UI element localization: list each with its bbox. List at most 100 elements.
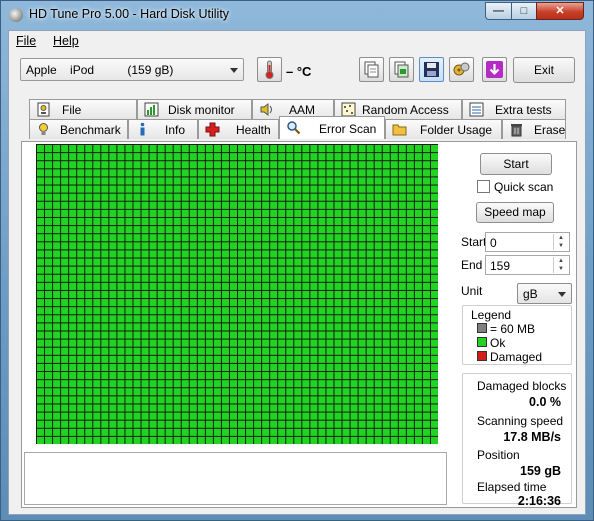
menu-help[interactable]: Help <box>53 34 79 48</box>
scan-block <box>77 380 85 388</box>
download-button[interactable] <box>482 57 507 82</box>
minimize-button[interactable]: — <box>485 2 512 20</box>
spin-down-icon[interactable]: ▼ <box>553 242 568 250</box>
spin-up-icon[interactable]: ▲ <box>553 257 568 265</box>
scan-block <box>117 169 125 177</box>
tab-benchmark[interactable]: Benchmark <box>29 119 128 139</box>
scan-block <box>350 201 358 209</box>
scan-block <box>45 396 53 404</box>
scan-block <box>157 380 165 388</box>
scan-block <box>342 153 350 161</box>
scan-log-box[interactable] <box>24 452 447 505</box>
scan-block <box>246 412 254 420</box>
scan-block <box>77 339 85 347</box>
scan-block <box>406 226 414 234</box>
tab-folder-usage[interactable]: Folder Usage <box>385 119 502 139</box>
scan-block <box>270 299 278 307</box>
scan-block <box>414 436 422 444</box>
scan-block <box>390 315 398 323</box>
scan-block <box>133 428 141 436</box>
scan-block <box>101 161 109 169</box>
scan-block <box>238 153 246 161</box>
lightbulb-icon <box>39 123 48 135</box>
unit-select[interactable]: gB <box>517 283 572 304</box>
copy-screenshot-button[interactable] <box>389 57 414 82</box>
scan-block <box>366 412 374 420</box>
thermometer-icon <box>265 60 274 79</box>
start-spinbox[interactable]: 0 ▲ ▼ <box>485 232 570 252</box>
drive-select[interactable]: Apple iPod (159 gB) <box>20 58 244 81</box>
scan-block <box>69 331 77 339</box>
scan-block <box>390 347 398 355</box>
scan-block <box>125 396 133 404</box>
scan-block <box>398 217 406 226</box>
copy-text-button[interactable] <box>359 57 384 82</box>
tab-extra-tests[interactable]: Extra tests <box>462 99 566 119</box>
quick-scan-checkbox[interactable]: Quick scan <box>477 180 553 194</box>
spin-up-icon[interactable]: ▲ <box>553 234 568 242</box>
scan-block <box>229 363 237 372</box>
close-button[interactable]: ✕ <box>536 2 584 20</box>
scan-block <box>270 404 278 412</box>
scan-block <box>246 315 254 323</box>
exit-button[interactable]: Exit <box>513 57 575 83</box>
scan-block <box>37 258 45 266</box>
scan-block <box>181 404 189 412</box>
spin-down-icon[interactable]: ▼ <box>553 265 568 273</box>
scan-block <box>141 217 149 226</box>
scan-block <box>109 177 117 185</box>
scan-block <box>213 299 221 307</box>
scan-block <box>165 315 173 323</box>
scan-block <box>310 339 318 347</box>
scan-block <box>173 420 181 428</box>
scan-block <box>238 258 246 266</box>
scan-block <box>77 193 85 201</box>
scan-block <box>302 420 310 428</box>
scan-block <box>262 169 270 177</box>
scan-block <box>69 153 77 161</box>
maximize-button[interactable]: □ <box>511 2 537 20</box>
title-bar[interactable]: HD Tune Pro 5.00 - Hard Disk Utility — □… <box>1 1 593 29</box>
scan-block <box>366 193 374 201</box>
scan-block <box>254 299 262 307</box>
options-button[interactable] <box>449 57 474 82</box>
scan-block <box>334 396 342 404</box>
scan-block <box>414 242 422 250</box>
scan-block <box>45 201 53 209</box>
start-field-label: Start <box>461 235 487 249</box>
scan-block <box>77 420 85 428</box>
scan-block <box>133 177 141 185</box>
temperature-button[interactable] <box>257 57 282 82</box>
save-button[interactable] <box>419 57 444 82</box>
scan-block <box>390 388 398 396</box>
scan-block <box>197 169 205 177</box>
scan-block <box>229 372 237 380</box>
tab-health[interactable]: Health <box>198 119 279 139</box>
speed-map-button[interactable]: Speed map <box>476 202 554 223</box>
scan-block <box>350 185 358 193</box>
scan-block <box>109 290 117 299</box>
scan-block <box>246 177 254 185</box>
scan-block <box>125 339 133 347</box>
scan-block <box>310 217 318 226</box>
scan-block <box>286 217 294 226</box>
scan-block <box>302 258 310 266</box>
menu-file[interactable]: File <box>16 34 36 48</box>
scan-block <box>141 396 149 404</box>
tab-disk-monitor[interactable]: Disk monitor <box>137 99 252 119</box>
tab-file-benchmark[interactable]: File Benchmark <box>29 99 137 131</box>
tab-erase[interactable]: Erase <box>502 119 566 139</box>
scan-block <box>326 388 334 396</box>
tab-info[interactable]: Info <box>128 119 198 139</box>
scan-block <box>181 388 189 396</box>
start-button[interactable]: Start <box>480 153 552 175</box>
scan-block <box>221 380 229 388</box>
scan-block <box>165 242 173 250</box>
scan-block <box>213 436 221 444</box>
tab-error-scan[interactable]: Error Scan <box>279 116 385 139</box>
scan-block <box>173 339 181 347</box>
end-spinbox[interactable]: 159 ▲ ▼ <box>485 255 570 275</box>
scan-block <box>85 388 93 396</box>
scan-block <box>350 420 358 428</box>
scan-block <box>270 412 278 420</box>
